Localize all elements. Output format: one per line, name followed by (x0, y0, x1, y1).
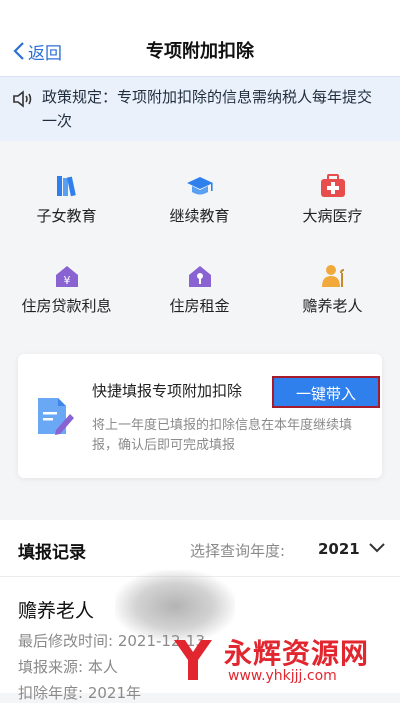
watermark-brand: 永辉资源网 (224, 637, 370, 670)
page-title: 专项附加扣除 (146, 41, 254, 62)
category-label: 赡养老人 (302, 297, 363, 315)
document-edit-icon (38, 398, 74, 435)
year-selector-label: 选择查询年度: (190, 542, 286, 560)
category-continuing-education[interactable]: 继续教育 (133, 141, 266, 225)
nav-bar: 返回 专项附加扣除 (0, 0, 400, 76)
speaker-icon (13, 90, 32, 108)
category-child-education[interactable]: 子女教育 (0, 141, 133, 225)
category-label: 子女教育 (36, 207, 97, 225)
category-label: 继续教育 (169, 207, 230, 225)
quick-fill-description: 将上一年度已填报的扣除信息在本年度继续填报，确认后即可完成填报 (92, 418, 353, 453)
quick-fill-card: 快捷填报专项附加扣除 一键带入 将上一年度已填报的扣除信息在本年度继续填报，确认… (18, 354, 382, 478)
category-housing-loan-interest[interactable]: ¥ 住房贷款利息 (0, 231, 133, 315)
medical-kit-icon (320, 174, 345, 197)
category-elder-support[interactable]: 赡养老人 (266, 231, 399, 315)
category-serious-illness[interactable]: 大病医疗 (266, 141, 399, 225)
watermark: 永辉资源网 www.yhkjjj.com (168, 630, 400, 693)
one-click-import-button[interactable]: 一键带入 (272, 376, 380, 408)
deduction-categories: 子女教育 继续教育 大病医疗 ¥ 住房贷款利息 住房租金 赡养老人 (0, 141, 400, 341)
year-selector-value[interactable]: 2021 (318, 540, 360, 558)
category-housing-rent[interactable]: 住房租金 (133, 231, 266, 315)
graduation-cap-icon (186, 177, 213, 195)
chevron-down-icon[interactable] (368, 542, 386, 554)
notice-text: 政策规定：专项附加扣除的信息需纳税人每年提交一次 (42, 88, 373, 130)
elder-person-icon (321, 265, 344, 287)
house-yen-icon: ¥ (55, 266, 78, 287)
policy-notice: 政策规定：专项附加扣除的信息需纳税人每年提交一次 (0, 76, 400, 142)
house-key-icon (188, 266, 211, 287)
quick-fill-title: 快捷填报专项附加扣除 (92, 382, 243, 400)
category-label: 住房租金 (169, 297, 230, 315)
record-title[interactable]: 赡养老人 (18, 596, 94, 623)
category-label: 大病医疗 (302, 207, 363, 225)
books-icon (56, 176, 76, 197)
record-source: 填报来源: 本人 (18, 658, 118, 676)
category-label: 住房贷款利息 (21, 297, 112, 315)
records-header: 填报记录 (18, 543, 86, 563)
svg-text:¥: ¥ (63, 274, 70, 287)
watermark-logo-icon (174, 640, 212, 680)
watermark-url: www.yhkjjj.com (228, 668, 337, 684)
